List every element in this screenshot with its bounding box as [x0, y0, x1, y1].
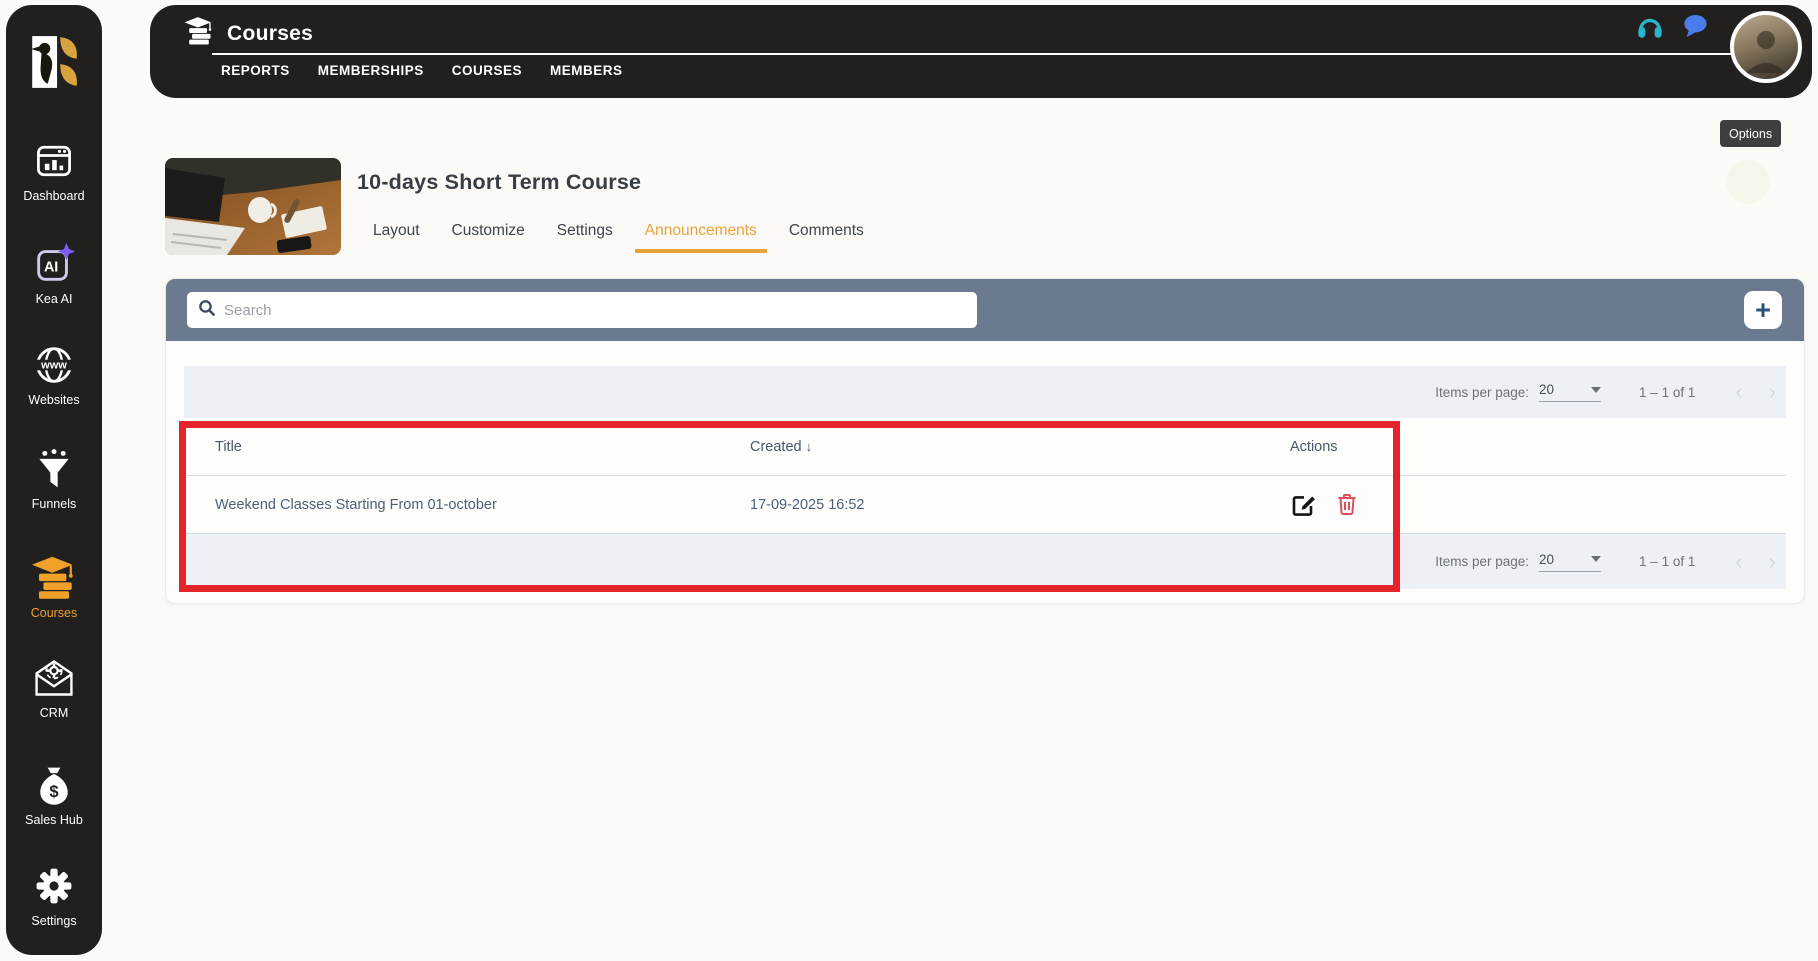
dashboard-icon — [31, 138, 77, 184]
sidebar-item-label: Websites — [28, 393, 80, 407]
courses-books-icon — [31, 555, 77, 601]
header-icon-group — [1636, 13, 1710, 41]
column-header-created-label: Created — [750, 438, 802, 455]
column-header-actions: Actions — [1290, 438, 1338, 455]
column-header-title[interactable]: Title — [215, 439, 750, 455]
page-title: Courses — [227, 22, 314, 45]
pagination-range: 1 – 1 of 1 — [1639, 554, 1696, 569]
tab-layout[interactable]: Layout — [373, 222, 420, 253]
crm-envelope-gear-icon — [31, 655, 77, 701]
sidebar-item-label: Funnels — [31, 497, 77, 511]
pagination-range: 1 – 1 of 1 — [1639, 384, 1696, 400]
previous-page-icon[interactable]: ‹ — [1735, 381, 1742, 403]
courses-books-icon — [184, 16, 214, 52]
sidebar-item-sales-hub[interactable]: $ Sales Hub — [6, 762, 102, 827]
announcement-created-cell: 17-09-2025 16:52 — [750, 496, 865, 513]
search-icon — [198, 299, 216, 322]
sidebar-item-kea-ai[interactable]: AI Kea AI — [6, 241, 102, 306]
sidebar-item-label: Courses — [30, 606, 78, 620]
previous-page-icon[interactable]: ‹ — [1735, 550, 1742, 572]
announcements-card: + Items per page: 20 1 – 1 of 1 ‹ › Titl… — [165, 278, 1805, 604]
course-title: 10-days Short Term Course — [357, 170, 642, 194]
page-title-group: Courses — [184, 16, 313, 52]
svg-text:$: $ — [49, 783, 58, 801]
column-header-created[interactable]: Created ↓ — [750, 439, 1290, 455]
search-box — [187, 292, 977, 328]
items-per-page-value: 20 — [1539, 551, 1555, 567]
nav-reports[interactable]: REPORTS — [221, 63, 290, 78]
next-page-icon[interactable]: › — [1769, 381, 1776, 403]
svg-text:www: www — [40, 359, 67, 371]
websites-globe-icon: www — [31, 342, 77, 388]
user-avatar[interactable] — [1730, 11, 1802, 83]
pagination-bottom: Items per page: 20 1 – 1 of 1 ‹ › — [184, 534, 1786, 589]
nav-courses[interactable]: COURSES — [452, 63, 522, 78]
nav-memberships[interactable]: MEMBERSHIPS — [318, 63, 424, 78]
row-actions — [1290, 492, 1786, 518]
app-screen: Dashboard AI Kea AI www Websites Funnels… — [0, 0, 1818, 961]
next-page-icon[interactable]: › — [1769, 550, 1776, 572]
caret-down-icon — [1591, 386, 1602, 393]
tab-announcements[interactable]: Announcements — [634, 222, 767, 253]
sidebar: Dashboard AI Kea AI www Websites Funnels… — [6, 5, 102, 955]
sort-descending-icon: ↓ — [805, 438, 813, 454]
sidebar-item-label: Dashboard — [23, 189, 85, 203]
add-announcement-button[interactable]: + — [1744, 291, 1782, 329]
tab-customize[interactable]: Customize — [452, 222, 525, 253]
search-input[interactable] — [224, 301, 966, 319]
delete-button[interactable] — [1334, 492, 1360, 518]
items-per-page-label: Items per page: — [1435, 554, 1530, 569]
table-row: Weekend Classes Starting From 01-october… — [184, 476, 1786, 534]
header-divider — [212, 53, 1740, 55]
items-per-page-select[interactable]: 20 — [1539, 382, 1602, 402]
money-bag-icon: $ — [31, 762, 77, 808]
sidebar-item-settings[interactable]: Settings — [6, 863, 102, 928]
options-button[interactable] — [1726, 160, 1770, 204]
sidebar-item-courses[interactable]: Courses — [6, 555, 102, 620]
kea-ai-icon: AI — [31, 241, 77, 287]
sidebar-item-label: Kea AI — [35, 292, 73, 306]
chat-bubble-icon[interactable] — [1682, 13, 1710, 41]
search-toolbar: + — [166, 279, 1804, 341]
items-per-page-value: 20 — [1539, 382, 1555, 397]
sidebar-item-websites[interactable]: www Websites — [6, 342, 102, 407]
table-header-row: Title Created ↓ Actions — [184, 418, 1786, 476]
options-tooltip: Options — [1720, 120, 1782, 147]
items-per-page-label: Items per page: — [1435, 384, 1530, 400]
header-nav: REPORTS MEMBERSHIPS COURSES MEMBERS — [221, 63, 623, 78]
sidebar-item-dashboard[interactable]: Dashboard — [6, 138, 102, 203]
svg-text:AI: AI — [44, 260, 58, 276]
pagination-top: Items per page: 20 1 – 1 of 1 ‹ › — [184, 366, 1786, 418]
tab-settings[interactable]: Settings — [557, 222, 613, 253]
tab-comments[interactable]: Comments — [789, 222, 864, 253]
sidebar-item-crm[interactable]: CRM — [6, 655, 102, 720]
gear-icon — [31, 863, 77, 909]
sidebar-item-label: Settings — [31, 914, 77, 928]
caret-down-icon — [1591, 556, 1602, 562]
headset-icon[interactable] — [1636, 13, 1664, 41]
sidebar-item-label: Sales Hub — [25, 813, 83, 827]
edit-button[interactable] — [1290, 492, 1316, 518]
sidebar-item-funnels[interactable]: Funnels — [6, 446, 102, 511]
course-thumbnail-image — [165, 158, 341, 255]
items-per-page-select[interactable]: 20 — [1539, 551, 1602, 572]
kea-bird-logo-icon[interactable] — [26, 33, 84, 91]
announcement-title-cell[interactable]: Weekend Classes Starting From 01-october — [215, 497, 750, 513]
funnel-icon — [31, 446, 77, 492]
sidebar-item-label: CRM — [39, 706, 69, 720]
top-header: Courses REPORTS MEMBERSHIPS COURSES MEMB… — [150, 5, 1812, 98]
course-tabs: Layout Customize Settings Announcements … — [373, 222, 864, 253]
nav-members[interactable]: MEMBERS — [550, 63, 623, 78]
